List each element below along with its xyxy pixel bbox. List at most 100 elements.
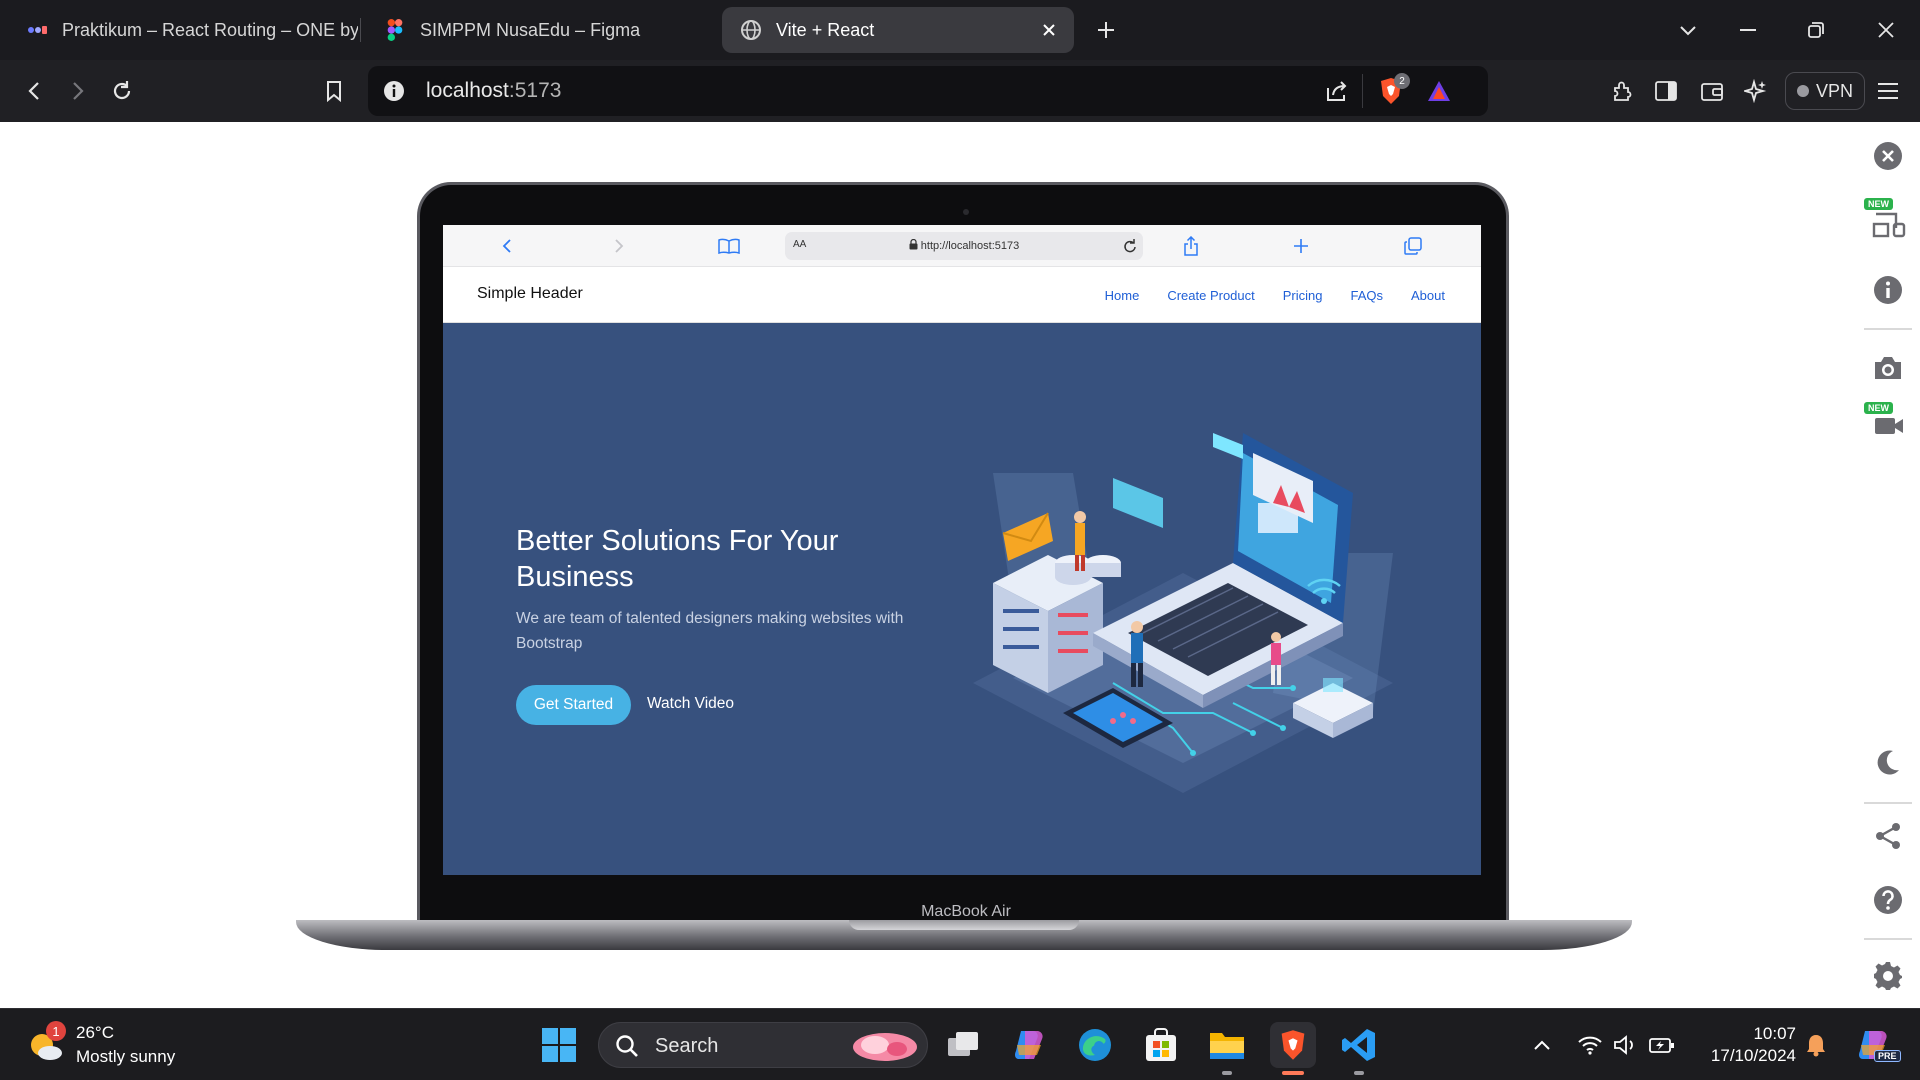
vpn-label: VPN xyxy=(1815,80,1853,101)
tab-figma[interactable]: SIMPPM NusaEdu – Figma xyxy=(366,7,716,53)
safari-new-tab-icon[interactable] xyxy=(1289,234,1313,258)
safari-tabs-icon[interactable] xyxy=(1401,234,1425,258)
menu-icon[interactable] xyxy=(1868,71,1908,111)
reload-icon[interactable] xyxy=(102,71,142,111)
restore-icon[interactable] xyxy=(1796,10,1836,50)
windows-taskbar: 1 26°C Mostly sunny Search 10:07 17/10/2… xyxy=(0,1008,1920,1080)
nav-pricing[interactable]: Pricing xyxy=(1283,288,1323,303)
windows-start-icon[interactable] xyxy=(536,1022,582,1068)
macbook-base xyxy=(296,920,1632,950)
clock-time: 10:07 xyxy=(1753,1024,1796,1043)
extensions-icon[interactable] xyxy=(1602,71,1642,111)
hero-section: Better Solutions For Your Business We ar… xyxy=(443,323,1481,875)
wifi-icon[interactable] xyxy=(1570,1022,1610,1068)
safari-forward-icon[interactable] xyxy=(607,234,631,258)
share-mockup-icon[interactable] xyxy=(1868,816,1908,856)
taskbar-clock[interactable]: 10:07 17/10/2024 xyxy=(1696,1023,1796,1067)
browser-tab-bar: Praktikum – React Routing – ONE by SIMPP… xyxy=(0,0,1920,60)
microsoft-store-icon[interactable] xyxy=(1138,1022,1184,1068)
camera-icon xyxy=(963,209,969,215)
leo-ai-icon[interactable] xyxy=(1736,71,1776,111)
bookmark-icon[interactable] xyxy=(314,71,354,111)
copilot-icon[interactable] xyxy=(1006,1022,1052,1068)
close-tab-icon[interactable] xyxy=(1038,19,1060,41)
figma-favicon-icon xyxy=(384,19,406,41)
nav-home[interactable]: Home xyxy=(1105,288,1140,303)
weather-desc: Mostly sunny xyxy=(76,1047,176,1066)
dark-mode-moon-icon[interactable] xyxy=(1868,742,1908,782)
vscode-icon[interactable] xyxy=(1336,1022,1382,1068)
safari-address-bar[interactable]: AA http://localhost:5173 xyxy=(785,232,1143,260)
device-mockup-toolbar: NEW NEW xyxy=(1856,122,1920,1008)
share-icon[interactable] xyxy=(1324,78,1350,109)
site-info-icon[interactable] xyxy=(382,79,406,108)
safari-reload-icon[interactable] xyxy=(1123,238,1137,259)
forward-icon[interactable] xyxy=(58,71,98,111)
edge-icon[interactable] xyxy=(1072,1022,1118,1068)
tab-praktikum[interactable]: Praktikum – React Routing – ONE by xyxy=(8,7,358,53)
search-label: Search xyxy=(655,1035,719,1057)
address-separator xyxy=(1362,74,1363,108)
safari-bookmarks-icon[interactable] xyxy=(717,234,741,258)
hero-illustration xyxy=(973,433,1393,793)
search-icon xyxy=(615,1034,639,1063)
dicoding-favicon-icon xyxy=(26,19,48,41)
macbook-notch xyxy=(849,920,1079,930)
globe-favicon-icon xyxy=(740,19,762,41)
close-mockup-icon[interactable] xyxy=(1868,136,1908,176)
brave-browser-icon[interactable] xyxy=(1270,1022,1316,1068)
nav-faqs[interactable]: FAQs xyxy=(1351,288,1384,303)
nav-create-product[interactable]: Create Product xyxy=(1167,288,1254,303)
weather-widget[interactable]: 1 26°C Mostly sunny xyxy=(26,1021,175,1069)
tab-list-chevron-down-icon[interactable] xyxy=(1668,10,1708,50)
brave-rewards-icon[interactable] xyxy=(1426,79,1452,108)
notification-bell-icon[interactable] xyxy=(1796,1022,1836,1068)
back-icon[interactable] xyxy=(14,71,54,111)
main-nav: Home Create Product Pricing FAQs About xyxy=(1105,288,1445,303)
sidebar-toggle-icon[interactable] xyxy=(1646,71,1686,111)
settings-gear-icon[interactable] xyxy=(1868,956,1908,996)
device-switch-icon[interactable]: NEW xyxy=(1864,198,1908,242)
brave-shield-icon[interactable]: 2 xyxy=(1378,73,1410,111)
sun-cloud-icon: 1 xyxy=(26,1021,66,1065)
task-view-icon[interactable] xyxy=(940,1022,986,1068)
tray-chevron-up-icon[interactable] xyxy=(1522,1022,1562,1068)
vpn-button[interactable]: VPN xyxy=(1785,72,1865,110)
screenshot-camera-icon[interactable] xyxy=(1868,348,1908,388)
tab-title: Vite + React xyxy=(776,19,875,40)
toolbar-separator xyxy=(1864,938,1912,940)
taskbar-search[interactable]: Search xyxy=(598,1022,928,1068)
new-tab-icon[interactable] xyxy=(1086,10,1126,50)
preview-badge: PRE xyxy=(1874,1050,1901,1062)
get-started-button[interactable]: Get Started xyxy=(516,685,631,725)
nav-about[interactable]: About xyxy=(1411,288,1445,303)
file-explorer-icon[interactable] xyxy=(1204,1022,1250,1068)
copilot-preview-icon[interactable]: PRE xyxy=(1850,1022,1901,1068)
wallet-icon[interactable] xyxy=(1692,71,1732,111)
weather-temp: 26°C xyxy=(76,1023,114,1042)
address-bar[interactable]: localhost:5173 2 xyxy=(368,66,1488,116)
weather-text: 26°C Mostly sunny xyxy=(76,1021,175,1069)
volume-icon[interactable] xyxy=(1606,1022,1646,1068)
help-icon[interactable] xyxy=(1868,880,1908,920)
close-window-icon[interactable] xyxy=(1866,10,1906,50)
safari-url-text: http://localhost:5173 xyxy=(920,240,1020,252)
new-badge: NEW xyxy=(1864,402,1893,414)
browser-toolbar: localhost:5173 2 VPN xyxy=(0,60,1920,122)
tab-vite-react[interactable]: Vite + React xyxy=(722,7,1074,53)
info-icon[interactable] xyxy=(1868,270,1908,310)
tab-title: Praktikum – React Routing – ONE by xyxy=(62,19,358,40)
brand-title[interactable]: Simple Header xyxy=(477,285,583,303)
watch-video-link[interactable]: Watch Video xyxy=(647,695,734,713)
app-header: Simple Header Home Create Product Pricin… xyxy=(443,267,1481,323)
url-text[interactable]: localhost:5173 xyxy=(426,79,561,103)
record-video-icon[interactable]: NEW xyxy=(1864,402,1908,444)
safari-share-icon[interactable] xyxy=(1179,234,1203,258)
new-badge: NEW xyxy=(1864,198,1893,210)
battery-charging-icon[interactable] xyxy=(1642,1022,1682,1068)
minimize-icon[interactable] xyxy=(1728,10,1768,50)
search-highlight-icon xyxy=(845,1027,921,1070)
macbook-label: MacBook Air xyxy=(921,903,1011,920)
safari-back-icon[interactable] xyxy=(495,234,519,258)
shield-count-badge: 2 xyxy=(1394,73,1410,89)
